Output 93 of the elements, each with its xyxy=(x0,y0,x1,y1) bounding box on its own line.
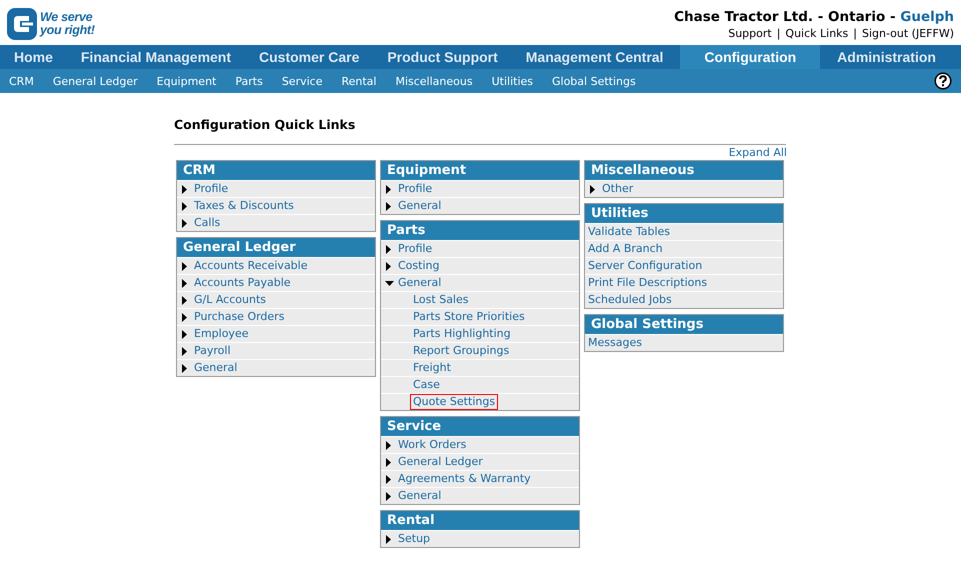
quick-link[interactable]: Calls xyxy=(191,215,224,231)
link-separator: | xyxy=(776,27,780,40)
quick-link[interactable]: Other xyxy=(599,181,636,197)
quick-link[interactable]: Report Groupings xyxy=(410,343,512,359)
page-title: Configuration Quick Links xyxy=(174,118,356,132)
logo-tagline: you right! xyxy=(40,24,95,36)
arrow-right-icon[interactable] xyxy=(386,492,391,500)
panel-heading: CRM xyxy=(177,161,375,180)
subnav-link[interactable]: General Ledger xyxy=(52,74,138,88)
quick-link[interactable]: Parts Store Priorities xyxy=(410,309,528,325)
quick-link[interactable]: General xyxy=(395,198,444,214)
header-link[interactable]: Support xyxy=(728,27,772,40)
expand-all-link[interactable]: Expand All xyxy=(728,146,787,159)
quick-link[interactable]: General xyxy=(395,275,444,291)
quick-link[interactable]: Profile xyxy=(395,241,436,257)
quick-link[interactable]: Agreements & Warranty xyxy=(395,471,534,487)
arrow-right-icon[interactable] xyxy=(182,346,187,356)
quick-link[interactable]: Work Orders xyxy=(395,437,470,453)
arrow-right-icon[interactable] xyxy=(182,330,187,338)
quick-link[interactable]: General Ledger xyxy=(395,454,486,470)
arrow-right-icon[interactable] xyxy=(182,364,187,372)
arrow-right-icon[interactable] xyxy=(182,202,187,210)
quick-link[interactable]: Quote Settings xyxy=(410,394,498,410)
panel-heading: Rental xyxy=(381,511,579,530)
arrow-right-icon[interactable] xyxy=(182,296,187,304)
nav-tab[interactable]: Administration xyxy=(826,45,947,69)
subnav-link[interactable]: Equipment xyxy=(156,74,216,88)
arrow-right-icon[interactable] xyxy=(182,278,187,288)
arrow-right-icon[interactable] xyxy=(182,262,187,270)
subnav-link[interactable]: Miscellaneous xyxy=(395,74,473,88)
quick-link[interactable]: Setup xyxy=(395,531,434,547)
nav-tab[interactable]: Configuration xyxy=(680,45,820,69)
subnav-link[interactable]: Parts xyxy=(235,74,263,88)
quick-link[interactable]: Messages xyxy=(585,335,645,351)
quick-link[interactable]: General xyxy=(191,360,240,376)
arrow-right-icon[interactable] xyxy=(386,440,391,450)
arrow-right-icon[interactable] xyxy=(386,202,391,210)
arrow-right-icon[interactable] xyxy=(182,312,187,322)
quick-link[interactable]: Scheduled Jobs xyxy=(585,292,675,308)
subnav-link[interactable]: Global Settings xyxy=(552,74,636,88)
quick-link[interactable]: General xyxy=(395,488,444,504)
quick-link[interactable]: Add A Branch xyxy=(585,241,666,257)
quick-link[interactable]: Accounts Payable xyxy=(191,275,294,291)
quick-link[interactable]: Server Configuration xyxy=(585,258,706,274)
arrow-down-icon[interactable] xyxy=(385,280,394,286)
header-link[interactable]: Sign-out (JEFFW) xyxy=(862,27,954,40)
quick-link[interactable]: Employee xyxy=(191,326,252,342)
arrow-right-icon[interactable] xyxy=(386,458,391,466)
panel-heading: Utilities xyxy=(585,204,783,223)
quick-link[interactable]: Case xyxy=(410,377,443,393)
arrow-right-icon[interactable] xyxy=(386,534,391,544)
quick-link[interactable]: Taxes & Discounts xyxy=(191,198,297,214)
arrow-right-icon[interactable] xyxy=(182,218,187,228)
quick-link[interactable]: Validate Tables xyxy=(585,224,674,240)
subnav-link[interactable]: Rental xyxy=(341,74,376,88)
arrow-right-icon[interactable] xyxy=(386,184,391,194)
panel-heading: Parts xyxy=(381,221,579,240)
header-link[interactable]: Quick Links xyxy=(785,27,848,40)
help-icon[interactable] xyxy=(934,72,952,90)
arrow-right-icon[interactable] xyxy=(386,244,391,254)
subnav-link[interactable]: CRM xyxy=(9,74,34,88)
quick-link[interactable]: G/L Accounts xyxy=(191,292,269,308)
quick-link[interactable]: Profile xyxy=(191,181,232,197)
subnav-link[interactable]: Service xyxy=(282,74,322,88)
nav-tab[interactable]: Customer Care xyxy=(248,45,370,69)
nav-tab[interactable]: Management Central xyxy=(514,45,674,69)
logo-icon xyxy=(7,8,37,40)
nav-tab[interactable]: Home xyxy=(3,45,64,69)
quick-link[interactable]: Print File Descriptions xyxy=(585,275,710,291)
panel-heading: Equipment xyxy=(381,161,579,180)
arrow-right-icon[interactable] xyxy=(590,184,595,194)
quick-link[interactable]: Payroll xyxy=(191,343,234,359)
logo-tagline: We serve xyxy=(40,10,94,24)
quick-link[interactable]: Profile xyxy=(395,181,436,197)
panel-heading: Service xyxy=(381,417,579,436)
quick-link[interactable]: Freight xyxy=(410,360,454,376)
branch-link[interactable]: Guelph xyxy=(900,9,954,25)
arrow-right-icon[interactable] xyxy=(386,474,391,484)
company-name: Chase Tractor Ltd. - Ontario - xyxy=(674,9,897,25)
arrow-right-icon[interactable] xyxy=(386,262,391,270)
nav-tab[interactable]: Financial Management xyxy=(70,45,242,69)
arrow-right-icon[interactable] xyxy=(182,184,187,194)
nav-tab[interactable]: Product Support xyxy=(376,45,509,69)
panel-heading: Global Settings xyxy=(585,315,783,334)
quick-link[interactable]: Lost Sales xyxy=(410,292,472,308)
quick-link[interactable]: Purchase Orders xyxy=(191,309,288,325)
subnav-link[interactable]: Utilities xyxy=(492,74,533,88)
quick-link[interactable]: Costing xyxy=(395,258,442,274)
panel-heading: Miscellaneous xyxy=(585,161,783,180)
quick-link[interactable]: Accounts Receivable xyxy=(191,258,310,274)
link-separator: | xyxy=(853,27,857,40)
panel-heading: General Ledger xyxy=(177,238,375,257)
quick-link[interactable]: Parts Highlighting xyxy=(410,326,514,342)
